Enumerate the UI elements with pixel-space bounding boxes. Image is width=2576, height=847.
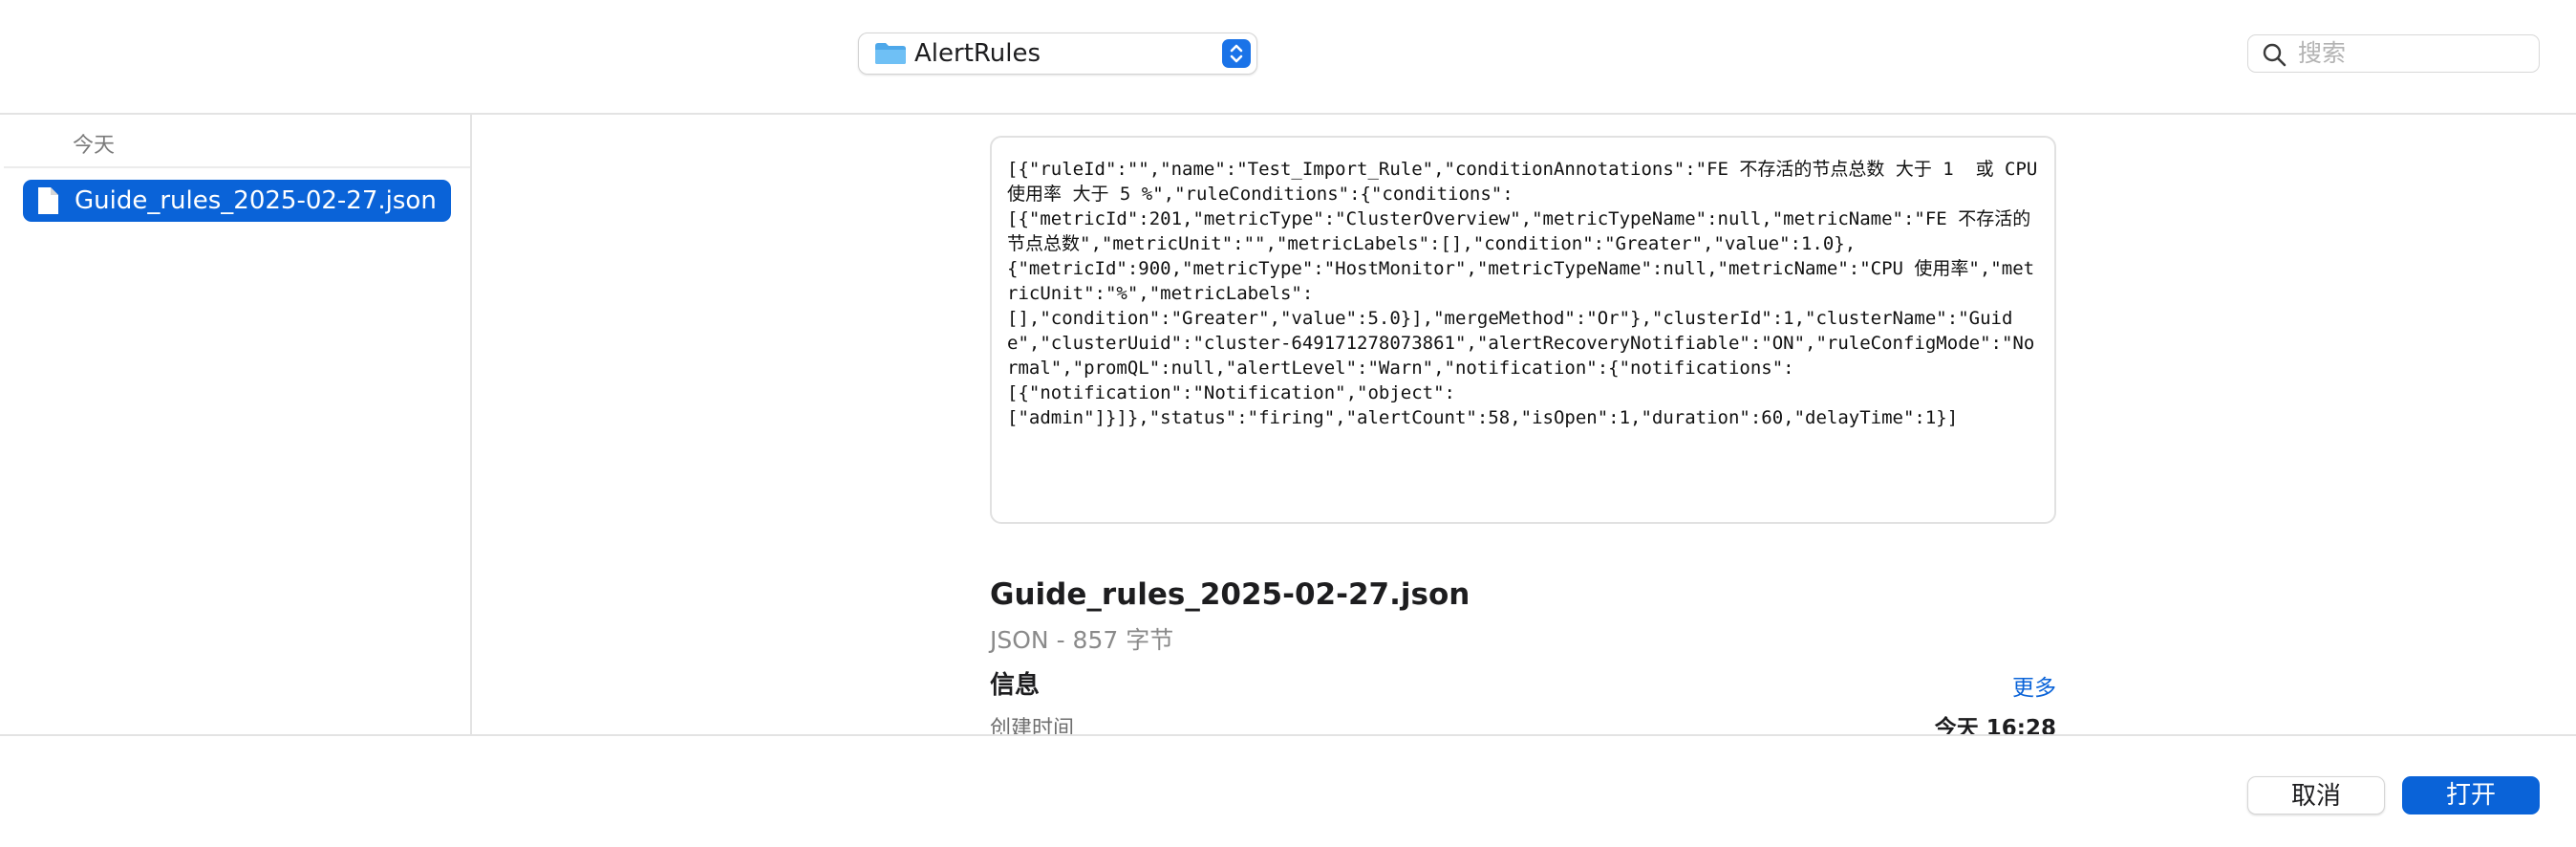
more-link[interactable]: 更多 <box>2012 669 2056 702</box>
search-icon <box>2262 42 2286 67</box>
toolbar: AlertRules <box>0 0 2576 115</box>
preview-pane: [{"ruleId":"","name":"Test_Import_Rule",… <box>472 115 2576 741</box>
bottom-bar: 取消 打开 <box>0 734 2576 847</box>
location-label: AlertRules <box>914 39 1041 68</box>
chevron-up-down-icon[interactable] <box>1222 39 1251 68</box>
section-header-today: 今天 <box>73 134 116 158</box>
folder-icon <box>874 42 907 65</box>
location-popup[interactable]: AlertRules <box>858 33 1257 75</box>
cancel-button[interactable]: 取消 <box>2247 776 2385 814</box>
file-list-item-selected[interactable]: Guide_rules_2025-02-27.json <box>23 180 451 222</box>
file-kind-size: JSON - 857 字节 <box>990 626 1174 654</box>
sidebar: 今天 Guide_rules_2025-02-27.json <box>0 115 472 734</box>
json-preview: [{"ruleId":"","name":"Test_Import_Rule",… <box>990 136 2056 524</box>
document-icon <box>36 186 59 215</box>
search-box[interactable] <box>2247 34 2540 73</box>
file-name-label: Guide_rules_2025-02-27.json <box>75 186 437 215</box>
info-heading: 信息 <box>990 671 1041 700</box>
section-divider <box>4 166 470 168</box>
search-input[interactable] <box>2298 37 2527 68</box>
open-button[interactable]: 打开 <box>2402 776 2540 814</box>
json-content: [{"ruleId":"","name":"Test_Import_Rule",… <box>1007 159 2038 428</box>
preview-file-name: Guide_rules_2025-02-27.json <box>990 577 1470 612</box>
